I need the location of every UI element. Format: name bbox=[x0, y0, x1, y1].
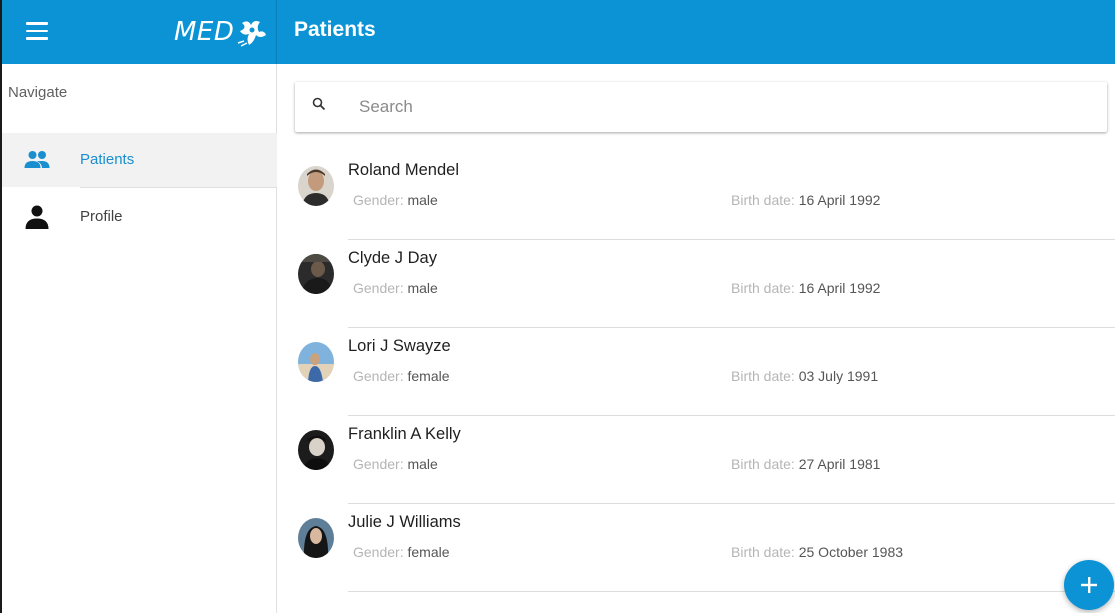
birth-date-label: Birth date: bbox=[731, 280, 795, 296]
search-icon bbox=[312, 97, 326, 111]
patient-avatar bbox=[298, 342, 334, 382]
patient-birth-date: Birth date: 25 October 1983 bbox=[731, 544, 903, 560]
birth-date-value: 27 April 1981 bbox=[798, 456, 881, 472]
patient-gender: Gender: male bbox=[353, 456, 438, 472]
search-input[interactable] bbox=[359, 94, 1059, 120]
patient-gender: Gender: male bbox=[353, 192, 438, 208]
patient-row[interactable]: Clyde J Day Gender: male Birth date: 16 … bbox=[278, 240, 1115, 328]
birth-date-value: 25 October 1983 bbox=[798, 544, 904, 560]
people-icon bbox=[24, 151, 50, 168]
birth-date-label: Birth date: bbox=[731, 544, 795, 560]
gender-label: Gender: bbox=[353, 368, 404, 384]
person-icon bbox=[25, 205, 49, 229]
patient-row[interactable]: Lori J Swayze Gender: female Birth date:… bbox=[278, 328, 1115, 416]
app-logo[interactable]: MED bbox=[174, 16, 270, 48]
sidebar-item-label: Patients bbox=[80, 151, 135, 168]
gender-value: female bbox=[407, 544, 450, 560]
app-window: MED Patients Navigate Patients Profile S… bbox=[0, 0, 1115, 613]
gender-value: male bbox=[407, 456, 438, 472]
gender-label: Gender: bbox=[353, 544, 404, 560]
birth-date-value: 16 April 1992 bbox=[798, 192, 881, 208]
gender-value: male bbox=[407, 192, 438, 208]
birth-date-label: Birth date: bbox=[731, 456, 795, 472]
patient-birth-date: Birth date: 16 April 1992 bbox=[731, 280, 880, 296]
patient-row[interactable]: Roland Mendel Gender: male Birth date: 1… bbox=[278, 152, 1115, 240]
sidebar-divider bbox=[80, 187, 277, 188]
main-content: Roland Mendel Gender: male Birth date: 1… bbox=[278, 64, 1115, 613]
patient-gender: Gender: female bbox=[353, 368, 450, 384]
patient-birth-date: Birth date: 03 July 1991 bbox=[731, 368, 878, 384]
gender-label: Gender: bbox=[353, 280, 404, 296]
logo-text: MED bbox=[174, 17, 235, 47]
app-bar-brand-area: MED bbox=[2, 0, 277, 64]
patient-gender: Gender: female bbox=[353, 544, 450, 560]
search-bar bbox=[295, 82, 1107, 132]
patient-avatar bbox=[298, 166, 334, 206]
logo-mark-icon bbox=[238, 21, 267, 47]
menu-icon[interactable] bbox=[26, 22, 48, 42]
plus-icon bbox=[1081, 577, 1097, 593]
birth-date-value: 03 July 1991 bbox=[798, 368, 879, 384]
sidebar-heading: Navigate bbox=[8, 84, 68, 101]
page-title: Patients bbox=[294, 18, 376, 41]
add-patient-button[interactable] bbox=[1064, 560, 1114, 610]
sidebar-item-profile[interactable]: Profile bbox=[2, 190, 277, 244]
patient-avatar bbox=[298, 518, 334, 558]
patient-name: Franklin A Kelly bbox=[348, 425, 461, 443]
row-divider bbox=[348, 591, 1115, 592]
patient-avatar bbox=[298, 254, 334, 294]
patient-row[interactable]: Franklin A Kelly Gender: male Birth date… bbox=[278, 416, 1115, 504]
sidebar-item-label: Profile bbox=[80, 208, 123, 225]
patient-list: Roland Mendel Gender: male Birth date: 1… bbox=[278, 152, 1115, 592]
patient-row[interactable]: Julie J Williams Gender: female Birth da… bbox=[278, 504, 1115, 592]
birth-date-label: Birth date: bbox=[731, 192, 795, 208]
patient-name: Julie J Williams bbox=[348, 513, 461, 531]
patient-avatar bbox=[298, 430, 334, 470]
birth-date-label: Birth date: bbox=[731, 368, 795, 384]
sidebar-item-patients[interactable]: Patients bbox=[2, 133, 277, 187]
patient-name: Roland Mendel bbox=[348, 161, 459, 179]
sidebar: Navigate Patients Profile bbox=[2, 64, 277, 613]
patient-birth-date: Birth date: 16 April 1992 bbox=[731, 192, 880, 208]
patient-birth-date: Birth date: 27 April 1981 bbox=[731, 456, 880, 472]
app-bar: MED Patients bbox=[2, 0, 1115, 64]
birth-date-value: 16 April 1992 bbox=[798, 280, 881, 296]
patient-name: Lori J Swayze bbox=[348, 337, 451, 355]
gender-value: female bbox=[407, 368, 450, 384]
patient-gender: Gender: male bbox=[353, 280, 438, 296]
gender-value: male bbox=[407, 280, 438, 296]
gender-label: Gender: bbox=[353, 192, 404, 208]
gender-label: Gender: bbox=[353, 456, 404, 472]
patient-name: Clyde J Day bbox=[348, 249, 437, 267]
